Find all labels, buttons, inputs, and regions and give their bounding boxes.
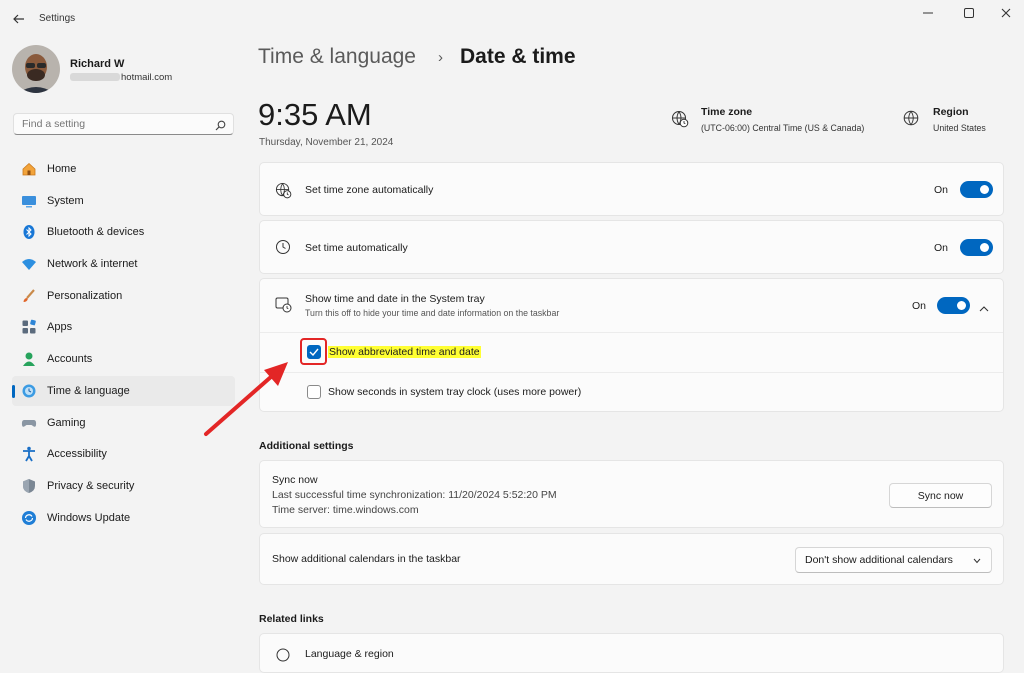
chevron-down-icon [973,558,981,564]
calendars-selected: Don't show additional calendars [805,554,953,566]
search-icon[interactable] [215,118,226,136]
sidebar-nav: Home System Bluetooth & devices Network … [12,154,235,534]
sidebar-item-privacy[interactable]: Privacy & security [12,471,235,501]
app-title: Settings [39,13,76,24]
tray-label: Show time and date in the System tray [305,293,485,305]
accessibility-icon [21,446,37,462]
calendars-dropdown[interactable]: Don't show additional calendars [795,547,992,573]
time-zone-icon [671,110,689,133]
sidebar-item-accessibility[interactable]: Accessibility [12,439,235,469]
setting-card-system-tray: Show time and date in the System tray Tu… [259,278,1004,412]
time-auto-toggle[interactable] [960,239,993,256]
wifi-icon [21,256,37,272]
divider [260,372,1003,373]
back-button[interactable] [8,8,30,30]
sidebar-item-network[interactable]: Network & internet [12,249,235,279]
globe-clock-icon [274,181,292,199]
minimize-button[interactable] [910,4,946,22]
related-card-language[interactable]: Language & region [259,633,1004,673]
annotation-arrow [204,362,288,436]
setting-card-calendars: Show additional calendars in the taskbar… [259,533,1004,585]
apps-icon [21,319,37,335]
tz-auto-state: On [934,184,949,196]
close-button[interactable] [988,4,1024,22]
time-zone-title: Time zone [701,106,753,118]
seconds-checkbox[interactable] [307,385,321,399]
sync-last: Last successful time synchronization: 11… [272,489,557,501]
search-input[interactable] [14,114,210,134]
divider [260,332,1003,333]
clock-icon [274,238,292,256]
related-links-heading: Related links [259,613,324,625]
sync-title: Sync now [272,474,318,486]
email-redaction [70,73,120,81]
region-title: Region [933,106,969,118]
back-arrow-icon [13,14,24,24]
setting-card-sync: Sync now Last successful time synchroniz… [259,460,1004,528]
minimize-icon [923,12,933,14]
tz-auto-toggle[interactable] [960,181,993,198]
sidebar-item-home[interactable]: Home [12,154,235,184]
region-globe-icon [903,110,919,131]
current-time: 9:35 AM [258,97,372,132]
maximize-button[interactable] [951,4,987,22]
home-icon [21,161,37,177]
maximize-icon [964,8,974,18]
time-zone-value: (UTC-06:00) Central Time (US & Canada) [701,123,865,133]
brush-icon [21,288,37,304]
bluetooth-icon [21,224,37,240]
sync-server: Time server: time.windows.com [272,504,419,516]
avatar-photo [12,45,60,93]
sidebar-item-personalization[interactable]: Personalization [12,281,235,311]
time-auto-label: Set time automatically [305,242,408,254]
search-box[interactable] [13,113,234,135]
current-date: Thursday, November 21, 2024 [259,137,394,148]
user-email: hotmail.com [121,72,173,83]
setting-card-tz-auto: Set time zone automatically On [259,162,1004,216]
sidebar-item-apps[interactable]: Apps [12,312,235,342]
abbreviated-label[interactable]: Show abbreviated time and date [328,346,481,358]
accounts-icon [21,351,37,367]
annotation-highlight-box [300,338,327,365]
seconds-label[interactable]: Show seconds in system tray clock (uses … [328,386,581,398]
sidebar-item-system[interactable]: System [12,186,235,216]
breadcrumb-separator: › [438,49,443,66]
tray-toggle[interactable] [937,297,970,314]
system-icon [21,193,37,209]
time-auto-state: On [934,242,949,254]
tray-state: On [912,300,927,312]
sidebar-item-bluetooth[interactable]: Bluetooth & devices [12,217,235,247]
page-title: Date & time [460,45,576,68]
related-language-label: Language & region [305,648,394,660]
tray-sublabel: Turn this off to hide your time and date… [305,308,560,318]
tz-auto-label: Set time zone automatically [305,184,434,196]
close-icon [1001,8,1011,18]
setting-card-time-auto: Set time automatically On [259,220,1004,274]
taskbar-clock-icon [274,295,292,313]
update-icon [21,510,37,526]
collapse-chevron-icon[interactable] [979,300,989,318]
sync-now-button[interactable]: Sync now [889,483,992,508]
avatar[interactable] [12,45,60,93]
user-name: Richard W [70,58,125,70]
region-value: United States [933,123,986,133]
additional-settings-heading: Additional settings [259,440,354,452]
language-icon [274,646,292,664]
gamepad-icon [21,415,37,431]
breadcrumb-parent[interactable]: Time & language [258,45,416,69]
calendars-label: Show additional calendars in the taskbar [272,553,461,565]
shield-icon [21,478,37,494]
globe-clock-icon [21,383,37,399]
sidebar-item-windows-update[interactable]: Windows Update [12,503,235,533]
